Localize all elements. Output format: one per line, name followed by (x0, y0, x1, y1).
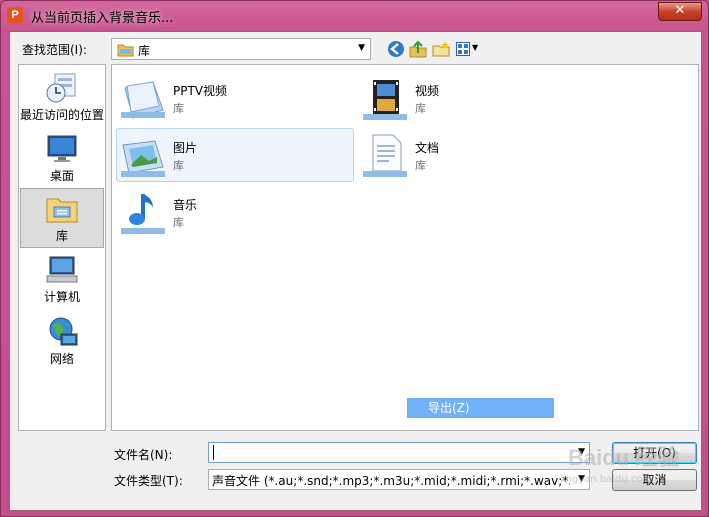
file-list-pane[interactable]: PPTV视频 库 视频 库 图片 库 文档 库 音乐 库 (111, 64, 699, 431)
library-folder-icon (117, 44, 134, 57)
item-name: 视频 (415, 84, 440, 98)
music-library-icon (121, 194, 165, 234)
title-bar[interactable]: P 从当前页插入背景音乐... ✕ (1, 1, 708, 31)
item-name: 音乐 (173, 198, 198, 212)
look-in-value: 库 (138, 44, 151, 58)
item-type: 库 (173, 216, 184, 229)
document-library-icon (121, 81, 165, 119)
watermark-url: jingyan.baidu.com (560, 474, 653, 485)
item-name: 图片 (173, 141, 198, 155)
powerpoint-app-icon: P (7, 7, 23, 23)
item-name: PPTV视频 (173, 84, 228, 98)
places-bar: 最近访问的位置 桌面 库 计算机 网络 (18, 64, 106, 431)
new-folder-icon[interactable] (432, 40, 450, 58)
video-library-icon (363, 80, 407, 120)
library-item-pictures[interactable]: 图片 库 (116, 128, 354, 182)
place-label: 计算机 (43, 290, 80, 304)
picture-library-icon (121, 140, 165, 177)
item-name: 文档 (415, 141, 440, 155)
filetype-value: 声音文件 (*.au;*.snd;*.mp3;*.m3u;*.mid;*.mid… (212, 474, 570, 488)
place-label: 网络 (49, 352, 74, 366)
look-in-label: 查找范围(I): (22, 43, 87, 57)
place-desktop[interactable]: 桌面 (20, 129, 104, 189)
place-computer[interactable]: 计算机 (20, 250, 104, 310)
place-label: 桌面 (49, 169, 74, 183)
library-item-music[interactable]: 音乐 库 (116, 185, 354, 239)
place-network[interactable]: 网络 (20, 312, 104, 372)
view-menu-button[interactable]: ▼ (456, 40, 482, 58)
back-icon[interactable] (387, 40, 405, 58)
text-caret (213, 445, 214, 460)
document-library-icon (363, 134, 407, 177)
look-in-combobox[interactable]: 库 ▼ (111, 38, 371, 60)
filename-input[interactable]: ▼ (208, 442, 590, 463)
network-icon (49, 317, 78, 346)
dialog-title: 从当前页插入背景音乐... (31, 11, 174, 26)
item-type: 库 (415, 159, 426, 172)
item-type: 库 (173, 159, 184, 172)
place-recent[interactable]: 最近访问的位置 (20, 68, 104, 126)
chevron-down-icon: ▼ (472, 43, 479, 52)
baidu-watermark: Baidu 经验 jingyan.baidu.com (560, 440, 680, 485)
item-type: 库 (415, 102, 426, 115)
place-label: 库 (55, 229, 68, 243)
up-folder-icon[interactable] (409, 40, 427, 58)
export-menu-item[interactable]: 导出(Z) (407, 398, 554, 418)
item-type: 库 (173, 102, 184, 115)
chevron-down-icon[interactable]: ▼ (358, 43, 365, 53)
place-libraries[interactable]: 库 (20, 188, 104, 248)
filename-label: 文件名(N): (114, 448, 173, 462)
filetype-combobox[interactable]: 声音文件 (*.au;*.snd;*.mp3;*.m3u;*.mid;*.mid… (208, 469, 590, 490)
baidu-logo: Baidu 经验 (568, 445, 680, 470)
library-item-videos[interactable]: 视频 库 (358, 71, 596, 125)
libraries-icon (46, 198, 78, 223)
filetype-label: 文件类型(T): (114, 474, 183, 488)
library-item-pptv[interactable]: PPTV视频 库 (116, 71, 354, 125)
view-menu-icon (456, 42, 470, 56)
recent-places-icon (46, 73, 76, 103)
computer-icon (46, 256, 78, 283)
library-item-documents[interactable]: 文档 库 (358, 128, 596, 182)
place-label: 最近访问的位置 (20, 108, 105, 122)
desktop-icon (47, 135, 77, 162)
close-button[interactable]: ✕ (658, 2, 702, 21)
